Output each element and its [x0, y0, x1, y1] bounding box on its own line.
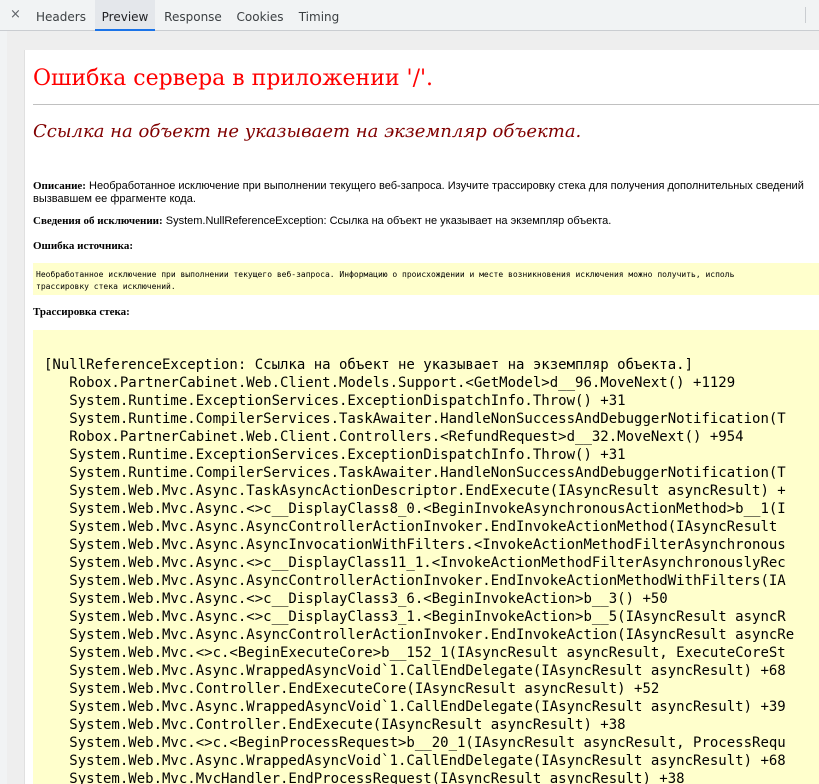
- source-error-line1: Необработанное исключение при выполнении…: [36, 270, 735, 279]
- stack-trace-line: System.Runtime.CompilerServices.TaskAwai…: [44, 465, 786, 481]
- stack-trace-line: System.Web.Mvc.Controller.EndExecuteCore…: [44, 681, 660, 697]
- error-subtitle: Ссылка на объект не указывает на экземпл…: [33, 121, 582, 142]
- description-text: Необработанное исключение при выполнении…: [89, 180, 804, 192]
- stack-trace-line: System.Web.Mvc.Async.AsyncInvocationWith…: [44, 537, 786, 553]
- devtools-tabbar: × Headers Preview Response Cookies Timin…: [0, 0, 819, 31]
- stack-trace-line: System.Web.Mvc.Async.AsyncControllerActi…: [44, 519, 778, 535]
- tabbar-divider: [805, 7, 806, 23]
- stack-trace-line: System.Web.Mvc.Async.AsyncControllerActi…: [44, 573, 786, 589]
- tab-cookies[interactable]: Cookies: [231, 0, 289, 30]
- stack-trace-line: System.Web.Mvc.Async.<>c__DisplayClass3_…: [44, 591, 668, 607]
- stack-trace-line: System.Web.Mvc.Async.WrappedAsyncVoid`1.…: [44, 663, 786, 679]
- stack-trace-line: System.Web.Mvc.Async.AsyncControllerActi…: [44, 627, 795, 643]
- source-error-label: Ошибка источника:: [33, 240, 134, 252]
- tab-response[interactable]: Response: [158, 0, 228, 30]
- stack-trace-label: Трассировка стека:: [33, 306, 130, 318]
- stack-trace-box: [NullReferenceException: Ссылка на объек…: [33, 330, 819, 784]
- preview-pane[interactable]: Ошибка сервера в приложении '/'. Ссылка …: [7, 31, 819, 784]
- close-icon[interactable]: ×: [10, 6, 26, 24]
- page-title: Ошибка сервера в приложении '/'.: [33, 66, 434, 91]
- tab-preview[interactable]: Preview: [95, 0, 155, 31]
- stack-trace-line: System.Runtime.ExceptionServices.Excepti…: [44, 393, 626, 409]
- stack-trace-line: System.Web.Mvc.Async.<>c__DisplayClass11…: [44, 555, 786, 571]
- description-label: Описание:: [33, 180, 86, 192]
- source-error-line2: трассировку стека исключений.: [36, 282, 176, 291]
- stack-trace-line: System.Runtime.CompilerServices.TaskAwai…: [44, 411, 786, 427]
- tab-timing[interactable]: Timing: [293, 0, 345, 30]
- stack-trace-line: System.Web.Mvc.Async.WrappedAsyncVoid`1.…: [44, 753, 786, 769]
- stack-trace-line: [NullReferenceException: Ссылка на объек…: [44, 357, 694, 373]
- description-line2: вызвавшем ее фрагменте кода.: [33, 193, 196, 205]
- exception-label: Сведения об исключении:: [33, 215, 163, 227]
- stack-trace-line: System.Web.Mvc.MvcHandler.EndProcessRequ…: [44, 771, 685, 784]
- stack-trace-line: System.Web.Mvc.Async.<>c__DisplayClass8_…: [44, 501, 786, 517]
- stack-trace-line: System.Web.Mvc.Async.WrappedAsyncVoid`1.…: [44, 699, 786, 715]
- exception-details: Сведения об исключении: System.NullRefer…: [33, 215, 611, 227]
- error-page: Ошибка сервера в приложении '/'. Ссылка …: [24, 50, 819, 784]
- stack-trace-line: System.Web.Mvc.Async.TaskAsyncActionDesc…: [44, 483, 786, 499]
- description-line1: Описание: Необработанное исключение при …: [33, 180, 804, 192]
- tab-headers[interactable]: Headers: [29, 0, 93, 30]
- stack-trace-line: Robox.PartnerCabinet.Web.Client.Controll…: [44, 429, 744, 445]
- panel-left-edge: [0, 31, 7, 784]
- stack-trace-line: System.Web.Mvc.Controller.EndExecute(IAs…: [44, 717, 626, 733]
- stack-trace-line: System.Web.Mvc.<>c.<BeginProcessRequest>…: [44, 735, 786, 751]
- stack-trace-line: System.Runtime.ExceptionServices.Excepti…: [44, 447, 626, 463]
- title-divider: [33, 104, 819, 105]
- source-error-box: Необработанное исключение при выполнении…: [33, 263, 819, 295]
- stack-trace-line: Robox.PartnerCabinet.Web.Client.Models.S…: [44, 375, 736, 391]
- stack-trace-line: System.Web.Mvc.<>c.<BeginExecuteCore>b__…: [44, 645, 786, 661]
- exception-text: System.NullReferenceException: Ссылка на…: [165, 215, 612, 227]
- stack-trace-line: System.Web.Mvc.Async.<>c__DisplayClass3_…: [44, 609, 786, 625]
